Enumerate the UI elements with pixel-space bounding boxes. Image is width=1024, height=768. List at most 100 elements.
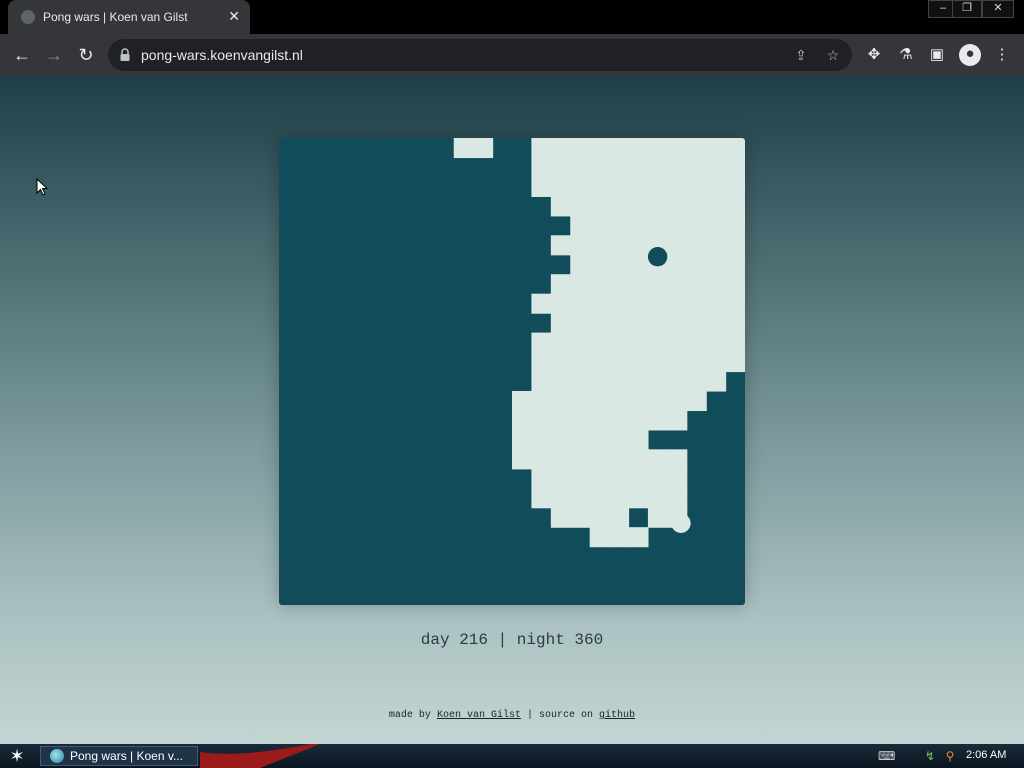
- profile-avatar-icon[interactable]: ●: [959, 44, 981, 66]
- day-cell: [686, 313, 707, 334]
- day-cell: [628, 332, 649, 353]
- search-icon[interactable]: ⚲: [942, 748, 958, 764]
- taskbar-item-browser[interactable]: Pong wars | Koen v...: [40, 746, 198, 766]
- day-cell: [609, 429, 630, 450]
- day-cell: [531, 449, 552, 470]
- day-cell: [628, 488, 649, 509]
- day-cell: [531, 138, 552, 159]
- day-cell: [589, 468, 610, 489]
- day-cell: [667, 157, 688, 178]
- day-cell: [550, 176, 571, 197]
- day-cell: [570, 254, 591, 275]
- browser-tab[interactable]: Pong wars | Koen van Gilst ✕: [8, 0, 250, 34]
- credits-separator: |: [526, 710, 533, 721]
- day-cell: [609, 371, 630, 392]
- day-cell: [609, 390, 630, 412]
- close-window-button[interactable]: ✕: [982, 0, 1014, 18]
- day-cell: [647, 293, 668, 314]
- day-cell: [570, 468, 591, 489]
- day-cell: [473, 138, 494, 159]
- author-link[interactable]: Koen van Gilst: [437, 710, 521, 721]
- day-cell: [550, 274, 571, 295]
- browser-toolbar: ← → ↻ pong-wars.koenvangilst.nl ⇪ ☆ ✥ ⚗ …: [0, 34, 1024, 76]
- day-cell: [647, 313, 668, 334]
- day-cell: [686, 176, 707, 197]
- day-cell: [609, 410, 630, 431]
- day-cell: [609, 507, 630, 528]
- forward-button[interactable]: →: [42, 43, 66, 67]
- day-cell: [706, 215, 727, 236]
- star-icon[interactable]: ✶: [6, 746, 28, 766]
- day-cell: [706, 157, 727, 178]
- day-cell: [667, 196, 688, 217]
- score-text: day 216 | night 360: [420, 631, 604, 649]
- url-text: pong-wars.koenvangilst.nl: [141, 47, 303, 63]
- bookmark-star-icon[interactable]: ☆: [823, 45, 843, 65]
- reload-button[interactable]: ↻: [74, 43, 98, 67]
- day-cell: [589, 371, 610, 392]
- day-cell: [628, 527, 649, 548]
- day-cell: [609, 196, 630, 217]
- day-cell: [647, 196, 668, 217]
- night-ball: [647, 246, 668, 267]
- day-cell: [686, 235, 707, 256]
- day-cell: [570, 507, 591, 528]
- day-cell: [570, 449, 591, 470]
- day-cell: [570, 371, 591, 392]
- extensions-icon[interactable]: ✥: [864, 45, 884, 65]
- share-icon[interactable]: ⇪: [791, 45, 811, 65]
- day-cell: [531, 488, 552, 509]
- day-cell: [706, 254, 727, 275]
- day-cell: [609, 332, 630, 353]
- day-cell: [589, 390, 610, 412]
- lock-icon: [120, 48, 130, 61]
- day-cell: [647, 157, 668, 178]
- labs-flask-icon[interactable]: ⚗: [896, 45, 916, 65]
- game-board: [279, 138, 745, 605]
- address-bar[interactable]: pong-wars.koenvangilst.nl ⇪ ☆: [108, 39, 852, 71]
- day-cell: [550, 429, 571, 450]
- day-cell: [706, 371, 727, 392]
- day-cell: [647, 410, 668, 431]
- tab-close-button[interactable]: ✕: [228, 8, 240, 25]
- side-panel-icon[interactable]: ▣: [927, 45, 947, 65]
- day-cell: [667, 371, 688, 392]
- day-cell: [647, 215, 668, 236]
- day-cell: [686, 254, 707, 275]
- day-cell: [628, 410, 649, 431]
- day-cell: [550, 138, 571, 159]
- game-canvas: [279, 138, 745, 605]
- day-cell: [667, 254, 688, 275]
- day-cell: [550, 390, 571, 412]
- day-cell: [531, 410, 552, 431]
- day-cell: [589, 293, 610, 314]
- day-cell: [628, 157, 649, 178]
- mouse-cursor-icon: [36, 178, 48, 196]
- menu-kebab-icon[interactable]: ⋮: [992, 45, 1012, 65]
- day-cell: [570, 332, 591, 353]
- day-cell: [550, 235, 571, 256]
- day-cell: [570, 410, 591, 431]
- day-cell: [667, 215, 688, 236]
- day-cell: [686, 390, 707, 412]
- day-cell: [686, 157, 707, 178]
- day-cell: [628, 313, 649, 334]
- restore-button[interactable]: ❐: [952, 0, 982, 18]
- keyboard-icon[interactable]: ⌨: [878, 748, 895, 764]
- day-cell: [628, 254, 649, 275]
- source-prefix: source on: [539, 710, 594, 721]
- day-cell: [647, 176, 668, 197]
- page-viewport: day 216 | night 360 made by Koen van Gil…: [0, 76, 1024, 744]
- day-cell: [686, 138, 707, 159]
- day-cell: [647, 468, 668, 489]
- network-icon[interactable]: ↯: [922, 748, 938, 764]
- day-cell: [686, 371, 707, 392]
- taskbar-item-label: Pong wars | Koen v...: [70, 749, 183, 763]
- back-button[interactable]: ←: [10, 43, 34, 67]
- day-cell: [667, 410, 688, 431]
- credits-line: made by Koen van Gilst | source on githu…: [0, 710, 1024, 721]
- day-cell: [667, 293, 688, 314]
- credits-prefix: made by: [388, 710, 431, 721]
- github-link[interactable]: github: [599, 710, 635, 721]
- day-cell: [667, 488, 688, 509]
